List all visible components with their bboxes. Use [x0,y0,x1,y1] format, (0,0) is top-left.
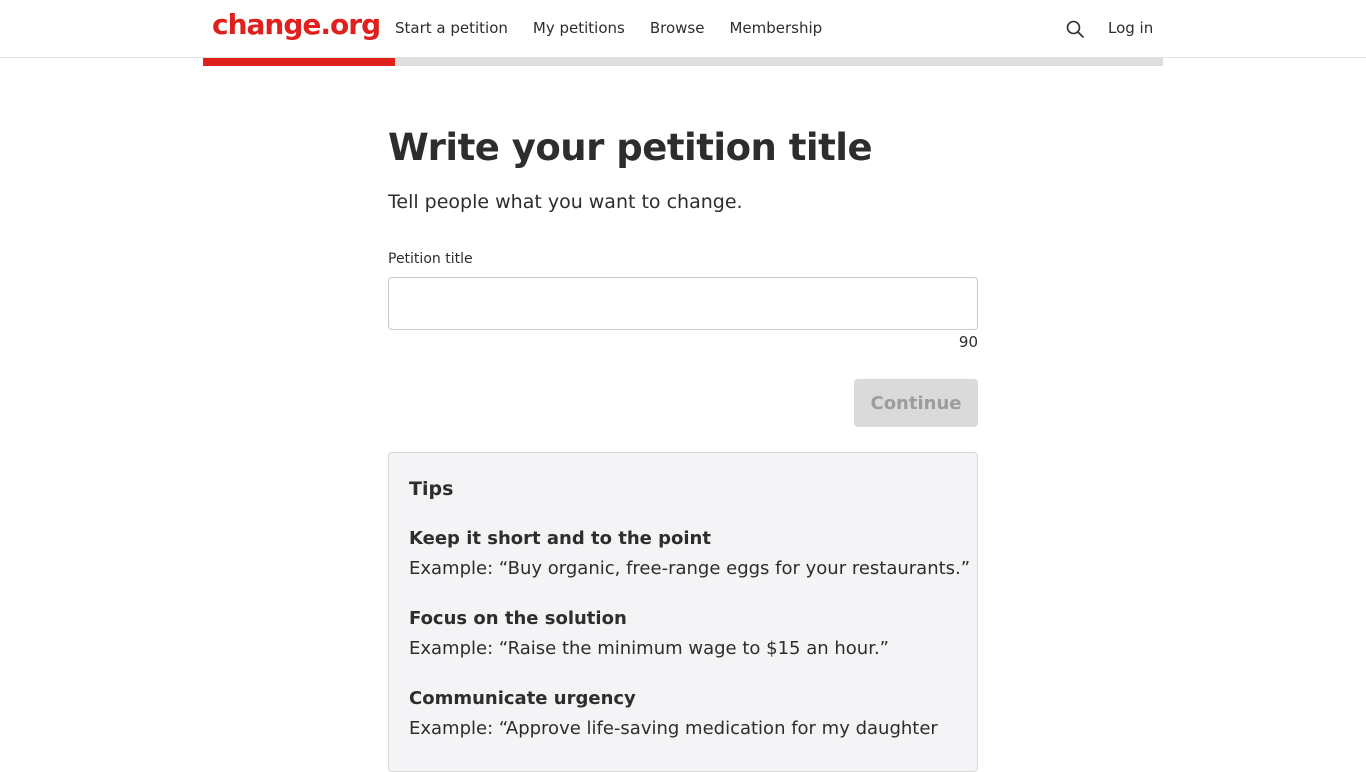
page-subtitle: Tell people what you want to change. [388,191,743,213]
tips-heading: Tips [409,478,454,500]
tips-panel: Tips Keep it short and to the point Exam… [388,452,978,772]
main-nav: Start a petition My petitions Browse Mem… [395,19,847,37]
character-counter: 90 [958,333,978,351]
nav-browse[interactable]: Browse [650,19,705,37]
petition-title-input[interactable] [388,277,978,330]
tip-item: Communicate urgency Example: “Approve li… [409,684,969,744]
login-link[interactable]: Log in [1108,19,1153,37]
continue-button[interactable]: Continue [854,379,978,427]
tip-example: Example: “Buy organic, free-range eggs f… [409,558,971,579]
progress-bar [203,58,1163,66]
nav-my-petitions[interactable]: My petitions [533,19,625,37]
nav-start-petition[interactable]: Start a petition [395,19,508,37]
nav-membership[interactable]: Membership [729,19,822,37]
page-title: Write your petition title [388,126,873,169]
tip-example: Example: “Raise the minimum wage to $15 … [409,638,889,659]
petition-title-label: Petition title [388,251,473,267]
search-icon[interactable] [1065,19,1085,39]
tip-title: Keep it short and to the point [409,528,711,549]
site-header: change.org Start a petition My petitions… [0,0,1366,58]
tip-example: Example: “Approve life-saving medication… [409,718,938,739]
tip-title: Focus on the solution [409,608,627,629]
tip-item: Focus on the solution Example: “Raise th… [409,604,969,664]
progress-bar-fill [203,58,395,66]
tip-item: Keep it short and to the point Example: … [409,524,971,584]
change-org-logo[interactable]: change.org [212,8,381,41]
tip-title: Communicate urgency [409,688,636,709]
